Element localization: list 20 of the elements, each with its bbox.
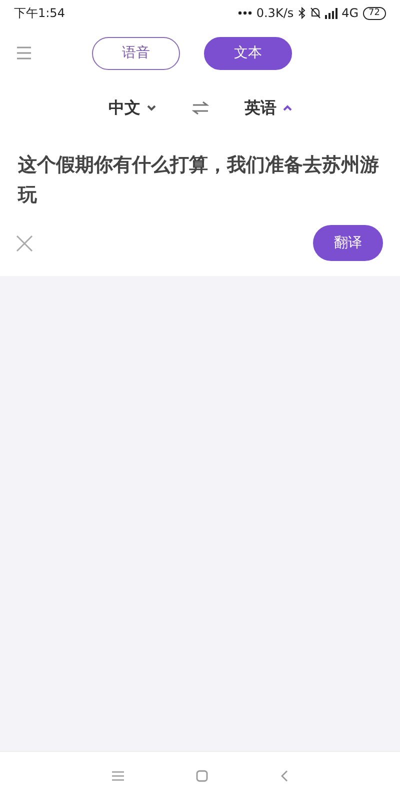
home-icon[interactable]	[196, 770, 208, 782]
language-selector[interactable]: 英语	[244, 98, 292, 118]
menu-icon[interactable]	[112, 771, 124, 781]
notification-dots-icon	[238, 11, 252, 15]
battery-level: 72	[362, 6, 386, 20]
mode-tab[interactable]: 文本	[204, 36, 292, 70]
signal-icon	[324, 8, 338, 18]
menu-icon[interactable]	[16, 46, 32, 60]
bluetooth-icon	[298, 7, 306, 19]
network-speed: 0.3K/s	[256, 6, 294, 20]
close-icon[interactable]	[16, 234, 33, 252]
language-selector[interactable]: 中文	[108, 98, 156, 118]
swap-icon[interactable]	[192, 101, 208, 115]
network-type: 4G	[342, 6, 359, 20]
mode-tab[interactable]: 语音	[92, 36, 180, 70]
back-icon[interactable]	[280, 770, 288, 782]
status-time: 下午1:54	[14, 4, 65, 22]
bell-muted-icon	[310, 7, 321, 19]
translate-button[interactable]: 翻译	[313, 225, 383, 261]
input-field[interactable]: 这个假期你有什么打算，我们准备去苏州游玩	[0, 136, 400, 210]
